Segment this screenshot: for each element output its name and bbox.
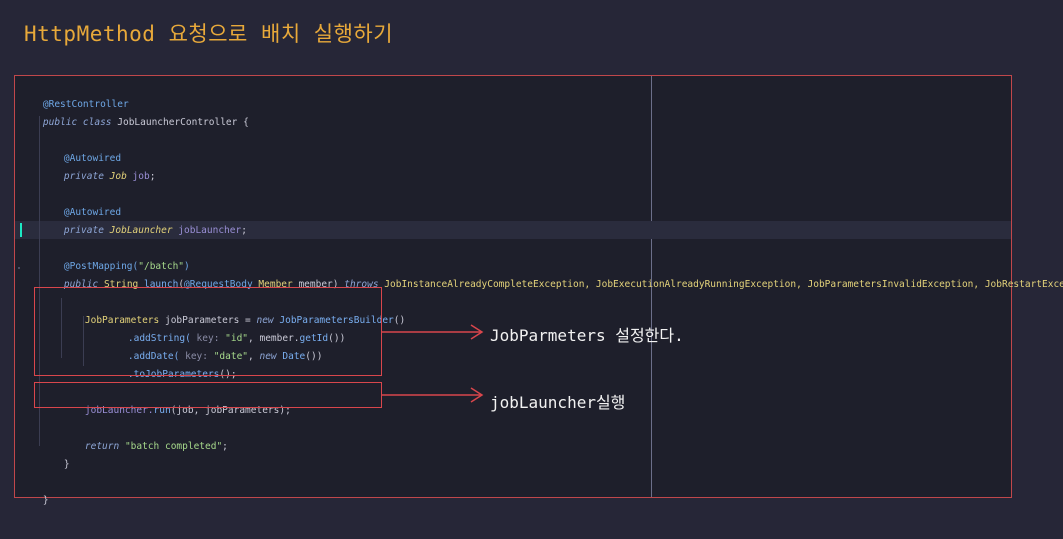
gutter-marker (18, 267, 20, 269)
keyword: public class (42, 117, 118, 128)
code-line: @PostMapping("/batch") (41, 240, 190, 272)
punctuation: ; (222, 441, 228, 452)
code-line: @RestController (20, 78, 129, 110)
field-name: job (126, 171, 150, 182)
code-line: private JobLauncher jobLauncher; (41, 204, 247, 236)
run-highlight-box (34, 382, 382, 408)
code-line: } (20, 474, 49, 506)
class-name: JobLauncherController (117, 117, 238, 128)
slide-title: HttpMethod 요청으로 배치 실행하기 (24, 22, 394, 46)
keyword: private (63, 171, 110, 182)
annotation-note-params: JobParmeters 설정한다. (490, 326, 684, 345)
keyword: return (84, 441, 125, 452)
code-line: @Autowired (41, 186, 121, 218)
type-name: Job (109, 171, 127, 182)
keyword: private (63, 225, 110, 236)
code-line: public class JobLauncherController { (20, 96, 249, 128)
closing-brace: } (42, 495, 49, 506)
jobparameters-highlight-box (34, 287, 382, 376)
code-line: return "batch completed"; (62, 420, 228, 452)
annotation-note-run: jobLauncher실행 (490, 393, 626, 412)
field-name: jobLauncher (172, 225, 242, 236)
code-line: private Job job; (41, 150, 156, 182)
arrow-right-icon (382, 324, 484, 340)
exception-list: JobInstanceAlreadyCompleteException, Job… (384, 279, 1063, 290)
text-caret (20, 223, 22, 237)
arrow-right-icon (382, 387, 484, 403)
closing-brace: } (63, 459, 70, 470)
code-line: @Autowired (41, 132, 121, 164)
punctuation: ; (149, 171, 156, 182)
punctuation: { (237, 117, 249, 128)
code-line: } (41, 438, 70, 470)
type-name: JobLauncher (109, 225, 173, 236)
code-line: public String launch(@RequestBody Member… (41, 258, 1063, 290)
punctuation: ; (241, 225, 247, 236)
string-literal: "batch completed" (124, 441, 223, 452)
